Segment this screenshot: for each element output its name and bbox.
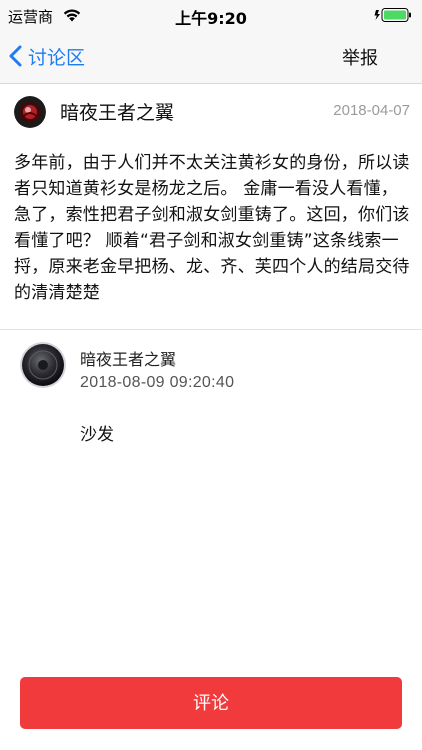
comment-item: 暗夜王者之翼 2018-08-09 09:20:40 沙发	[0, 330, 422, 470]
comment-button[interactable]: 评论	[20, 677, 402, 729]
avatar[interactable]	[20, 342, 66, 388]
comment-avatar-image	[20, 342, 66, 388]
navigation-bar: 讨论区 举报	[0, 30, 422, 84]
status-time: 上午9:20	[175, 9, 247, 28]
comment-timestamp: 2018-08-09 09:20:40	[80, 374, 235, 391]
post-body-text: 多年前，由于人们并不太关注黄衫女的身份，所以读者只知道黄衫女是杨龙之后。 金庸一…	[14, 153, 410, 303]
back-label: 讨论区	[28, 46, 86, 69]
report-button[interactable]: 举报	[342, 44, 378, 70]
chevron-left-icon	[9, 45, 22, 67]
back-button[interactable]: 讨论区	[8, 40, 85, 72]
comment-author-name[interactable]: 暗夜王者之翼	[80, 346, 176, 370]
avatar[interactable]	[14, 96, 46, 128]
comment-text: 沙发	[80, 425, 114, 445]
post-date: 2018-04-07	[333, 102, 410, 119]
battery-icon	[374, 8, 411, 22]
author-avatar-image	[14, 96, 46, 128]
status-bar: 运营商 上午9:20	[0, 0, 422, 30]
post-author-name[interactable]: 暗夜王者之翼	[60, 98, 174, 125]
post-header: 暗夜王者之翼 2018-04-07	[0, 84, 422, 140]
